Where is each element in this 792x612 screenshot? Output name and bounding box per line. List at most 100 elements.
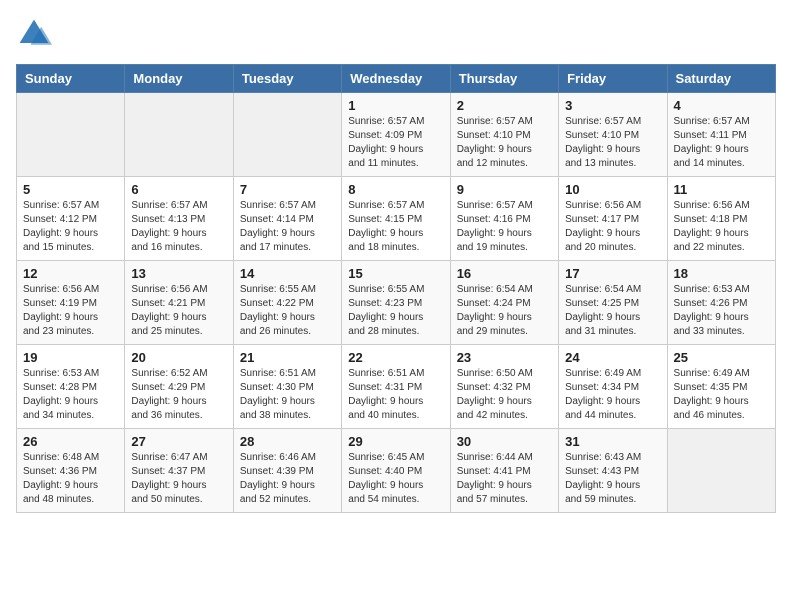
weekday-header: Friday (559, 65, 667, 93)
day-info: Sunrise: 6:49 AM Sunset: 4:34 PM Dayligh… (565, 367, 660, 423)
calendar-week-row: 1 Sunrise: 6:57 AM Sunset: 4:09 PM Daylig… (17, 93, 776, 177)
calendar-day-cell: 17Sunrise: 6:54 AM Sunset: 4:25 PM Dayli… (559, 261, 667, 345)
day-info: Sunrise: 6:51 AM Sunset: 4:31 PM Dayligh… (348, 367, 443, 423)
calendar-day-cell (125, 93, 233, 177)
day-number: 12 (23, 266, 118, 281)
weekday-header: Sunday (17, 65, 125, 93)
calendar-day-cell (667, 429, 775, 513)
day-number: 30 (457, 434, 552, 449)
calendar-day-cell: 5Sunrise: 6:57 AM Sunset: 4:12 PM Daylig… (17, 177, 125, 261)
calendar-day-cell: 7 Sunrise: 6:57 AM Sunset: 4:14 PM Daylig… (233, 177, 341, 261)
day-info: Sunrise: 6:56 AM Sunset: 4:18 PM Dayligh… (674, 199, 769, 255)
day-info: Sunrise: 6:53 AM Sunset: 4:28 PM Dayligh… (23, 367, 118, 423)
calendar-day-cell (17, 93, 125, 177)
day-number: 7 (240, 182, 335, 197)
day-info: Sunrise: 6:50 AM Sunset: 4:32 PM Dayligh… (457, 367, 552, 423)
day-info: Sunrise: 6:57 AM Sunset: 4:11 PM Dayligh… (674, 115, 769, 171)
day-number: 18 (674, 266, 769, 281)
day-info: Sunrise: 6:56 AM Sunset: 4:21 PM Dayligh… (131, 283, 226, 339)
day-info: Sunrise: 6:53 AM Sunset: 4:26 PM Dayligh… (674, 283, 769, 339)
day-info: Sunrise: 6:44 AM Sunset: 4:41 PM Dayligh… (457, 451, 552, 507)
day-info: Sunrise: 6:43 AM Sunset: 4:43 PM Dayligh… (565, 451, 660, 507)
calendar-day-cell: 27Sunrise: 6:47 AM Sunset: 4:37 PM Dayli… (125, 429, 233, 513)
calendar-day-cell: 8 Sunrise: 6:57 AM Sunset: 4:15 PM Daylig… (342, 177, 450, 261)
calendar-day-cell: 18 Sunrise: 6:53 AM Sunset: 4:26 PM Dayli… (667, 261, 775, 345)
day-number: 28 (240, 434, 335, 449)
weekday-header: Saturday (667, 65, 775, 93)
day-info: Sunrise: 6:46 AM Sunset: 4:39 PM Dayligh… (240, 451, 335, 507)
day-number: 15 (348, 266, 443, 281)
day-info: Sunrise: 6:57 AM Sunset: 4:16 PM Dayligh… (457, 199, 552, 255)
day-info: Sunrise: 6:56 AM Sunset: 4:19 PM Dayligh… (23, 283, 118, 339)
day-info: Sunrise: 6:54 AM Sunset: 4:25 PM Dayligh… (565, 283, 660, 339)
day-number: 29 (348, 434, 443, 449)
calendar-day-cell: 14 Sunrise: 6:55 AM Sunset: 4:22 PM Dayli… (233, 261, 341, 345)
day-number: 8 (348, 182, 443, 197)
day-info: Sunrise: 6:47 AM Sunset: 4:37 PM Dayligh… (131, 451, 226, 507)
day-number: 6 (131, 182, 226, 197)
calendar-day-cell: 1 Sunrise: 6:57 AM Sunset: 4:09 PM Daylig… (342, 93, 450, 177)
day-info: Sunrise: 6:57 AM Sunset: 4:10 PM Dayligh… (565, 115, 660, 171)
day-number: 31 (565, 434, 660, 449)
calendar-day-cell: 22Sunrise: 6:51 AM Sunset: 4:31 PM Dayli… (342, 345, 450, 429)
day-number: 26 (23, 434, 118, 449)
calendar-day-cell: 3Sunrise: 6:57 AM Sunset: 4:10 PM Daylig… (559, 93, 667, 177)
day-info: Sunrise: 6:57 AM Sunset: 4:15 PM Dayligh… (348, 199, 443, 255)
calendar-day-cell: 2Sunrise: 6:57 AM Sunset: 4:10 PM Daylig… (450, 93, 558, 177)
calendar-day-cell: 26 Sunrise: 6:48 AM Sunset: 4:36 PM Dayli… (17, 429, 125, 513)
weekday-header: Thursday (450, 65, 558, 93)
calendar-day-cell: 15 Sunrise: 6:55 AM Sunset: 4:23 PM Dayli… (342, 261, 450, 345)
day-number: 1 (348, 98, 443, 113)
day-info: Sunrise: 6:48 AM Sunset: 4:36 PM Dayligh… (23, 451, 118, 507)
day-info: Sunrise: 6:55 AM Sunset: 4:22 PM Dayligh… (240, 283, 335, 339)
day-number: 19 (23, 350, 118, 365)
day-info: Sunrise: 6:51 AM Sunset: 4:30 PM Dayligh… (240, 367, 335, 423)
calendar-table: SundayMondayTuesdayWednesdayThursdayFrid… (16, 64, 776, 513)
page-header (16, 16, 776, 52)
weekday-header: Wednesday (342, 65, 450, 93)
calendar-day-cell (233, 93, 341, 177)
day-number: 16 (457, 266, 552, 281)
calendar-day-cell: 10Sunrise: 6:56 AM Sunset: 4:17 PM Dayli… (559, 177, 667, 261)
calendar-day-cell: 23 Sunrise: 6:50 AM Sunset: 4:32 PM Dayli… (450, 345, 558, 429)
day-number: 13 (131, 266, 226, 281)
day-number: 2 (457, 98, 552, 113)
day-number: 4 (674, 98, 769, 113)
day-info: Sunrise: 6:57 AM Sunset: 4:13 PM Dayligh… (131, 199, 226, 255)
day-number: 20 (131, 350, 226, 365)
calendar-week-row: 19 Sunrise: 6:53 AM Sunset: 4:28 PM Dayli… (17, 345, 776, 429)
calendar-day-cell: 24 Sunrise: 6:49 AM Sunset: 4:34 PM Dayli… (559, 345, 667, 429)
calendar-day-cell: 25 Sunrise: 6:49 AM Sunset: 4:35 PM Dayli… (667, 345, 775, 429)
calendar-week-row: 26 Sunrise: 6:48 AM Sunset: 4:36 PM Dayli… (17, 429, 776, 513)
calendar-day-cell: 9 Sunrise: 6:57 AM Sunset: 4:16 PM Daylig… (450, 177, 558, 261)
day-info: Sunrise: 6:45 AM Sunset: 4:40 PM Dayligh… (348, 451, 443, 507)
calendar-week-row: 5Sunrise: 6:57 AM Sunset: 4:12 PM Daylig… (17, 177, 776, 261)
day-number: 11 (674, 182, 769, 197)
calendar-day-cell: 29 Sunrise: 6:45 AM Sunset: 4:40 PM Dayli… (342, 429, 450, 513)
logo (16, 16, 56, 52)
calendar-day-cell: 20Sunrise: 6:52 AM Sunset: 4:29 PM Dayli… (125, 345, 233, 429)
calendar-day-cell: 6 Sunrise: 6:57 AM Sunset: 4:13 PM Daylig… (125, 177, 233, 261)
day-number: 14 (240, 266, 335, 281)
day-info: Sunrise: 6:55 AM Sunset: 4:23 PM Dayligh… (348, 283, 443, 339)
day-info: Sunrise: 6:57 AM Sunset: 4:09 PM Dayligh… (348, 115, 443, 171)
day-number: 10 (565, 182, 660, 197)
day-number: 9 (457, 182, 552, 197)
day-number: 23 (457, 350, 552, 365)
calendar-day-cell: 31 Sunrise: 6:43 AM Sunset: 4:43 PM Dayli… (559, 429, 667, 513)
calendar-day-cell: 16 Sunrise: 6:54 AM Sunset: 4:24 PM Dayli… (450, 261, 558, 345)
calendar-day-cell: 11 Sunrise: 6:56 AM Sunset: 4:18 PM Dayli… (667, 177, 775, 261)
day-info: Sunrise: 6:49 AM Sunset: 4:35 PM Dayligh… (674, 367, 769, 423)
calendar-day-cell: 19 Sunrise: 6:53 AM Sunset: 4:28 PM Dayli… (17, 345, 125, 429)
calendar-day-cell: 21 Sunrise: 6:51 AM Sunset: 4:30 PM Dayli… (233, 345, 341, 429)
calendar-day-cell: 30 Sunrise: 6:44 AM Sunset: 4:41 PM Dayli… (450, 429, 558, 513)
weekday-header: Tuesday (233, 65, 341, 93)
calendar-week-row: 12 Sunrise: 6:56 AM Sunset: 4:19 PM Dayli… (17, 261, 776, 345)
day-number: 24 (565, 350, 660, 365)
day-info: Sunrise: 6:54 AM Sunset: 4:24 PM Dayligh… (457, 283, 552, 339)
day-number: 21 (240, 350, 335, 365)
logo-icon (16, 16, 52, 52)
calendar-header-row: SundayMondayTuesdayWednesdayThursdayFrid… (17, 65, 776, 93)
day-number: 25 (674, 350, 769, 365)
day-info: Sunrise: 6:57 AM Sunset: 4:14 PM Dayligh… (240, 199, 335, 255)
